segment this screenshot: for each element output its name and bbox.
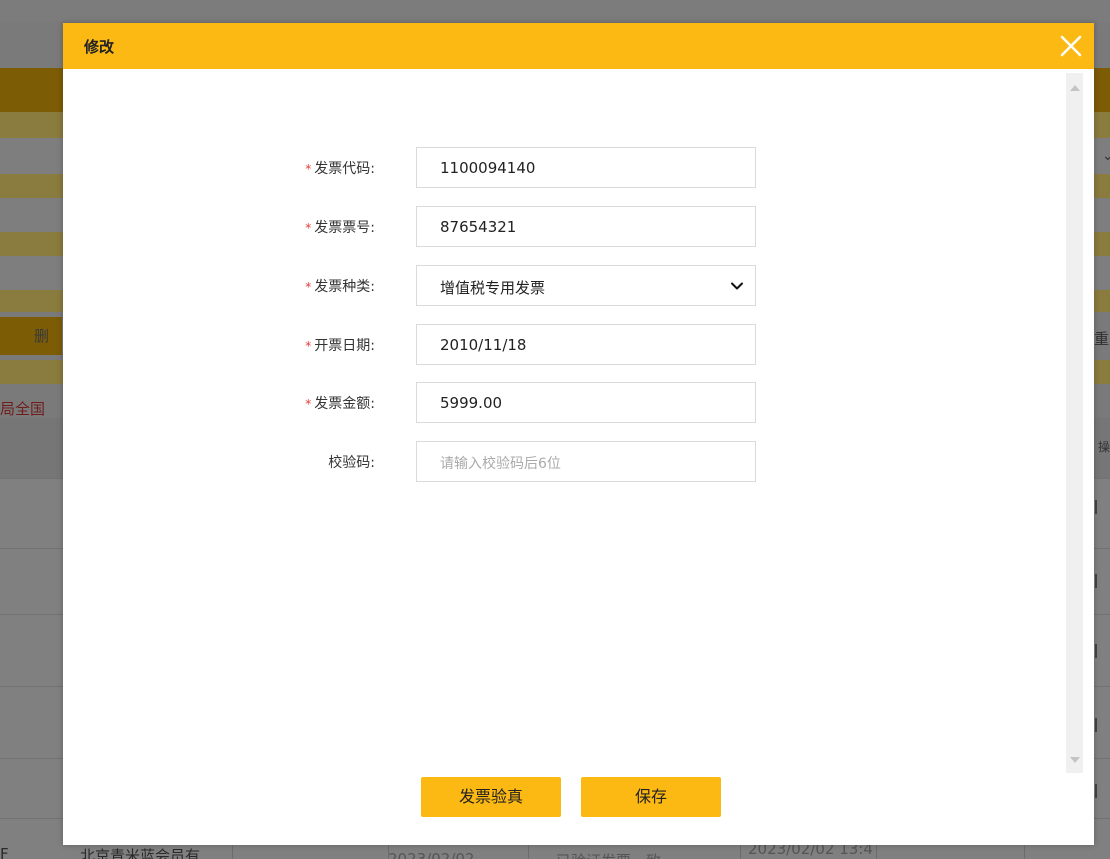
invoice-amount-value: 5999.00 <box>440 394 503 412</box>
required-marker: * <box>305 339 312 353</box>
invoice-date-value: 2010/11/18 <box>440 336 527 354</box>
invoice-type-row: * 发票种类: 增值税专用发票 <box>63 265 1063 306</box>
invoice-date-label-text: 开票日期: <box>314 338 375 354</box>
table-divider <box>1095 500 1097 514</box>
invoice-number-input[interactable]: 87654321 <box>416 206 756 247</box>
invoice-type-value: 增值税专用发票 <box>440 279 546 297</box>
verify-invoice-button[interactable]: 发票验真 <box>421 777 561 817</box>
required-marker: * <box>305 221 312 235</box>
required-marker: * <box>305 397 312 411</box>
table-divider <box>1095 718 1097 732</box>
invoice-amount-label-text: 发票金额: <box>314 396 375 412</box>
table-divider <box>1095 574 1097 588</box>
dialog-header: 修改 <box>63 23 1094 69</box>
invoice-number-label: * 发票票号: <box>305 217 375 237</box>
background-top-bar <box>0 0 1110 22</box>
close-icon[interactable] <box>1057 32 1085 60</box>
check-code-label: 校验码: <box>328 452 375 472</box>
table-cell: 已验证发票一致 <box>556 850 661 859</box>
required-marker: * <box>305 162 312 176</box>
invoice-code-input[interactable]: 1100094140 <box>416 147 756 188</box>
operation-column-header: 操作 <box>1098 440 1110 454</box>
table-cell: F <box>0 845 9 859</box>
check-code-row: 校验码: 请输入校验码后6位 <box>63 441 1063 482</box>
invoice-number-value: 87654321 <box>440 218 517 236</box>
invoice-code-value: 1100094140 <box>440 159 536 177</box>
invoice-number-label-text: 发票票号: <box>314 220 375 236</box>
invoice-date-input[interactable]: 2010/11/18 <box>416 324 756 365</box>
invoice-code-label: * 发票代码: <box>305 158 375 178</box>
save-button[interactable]: 保存 <box>581 777 721 817</box>
delete-button[interactable]: 删除 <box>0 317 62 355</box>
table-divider <box>1095 784 1097 798</box>
invoice-code-label-text: 发票代码: <box>314 161 375 177</box>
check-code-placeholder: 请输入校验码后6位 <box>440 456 561 472</box>
invoice-type-label: * 发票种类: <box>305 276 375 296</box>
check-code-label-text: 校验码: <box>328 455 375 471</box>
reset-button[interactable]: 重置 <box>1094 328 1110 349</box>
scroll-up-icon[interactable] <box>1070 85 1080 91</box>
invoice-type-select[interactable]: 增值税专用发票 <box>416 265 756 306</box>
invoice-amount-label: * 发票金额: <box>305 393 375 413</box>
dialog-title: 修改 <box>84 38 115 56</box>
required-marker: * <box>305 280 312 294</box>
check-code-input[interactable]: 请输入校验码后6位 <box>416 441 756 482</box>
invoice-amount-row: * 发票金额: 5999.00 <box>63 382 1063 423</box>
invoice-amount-input[interactable]: 5999.00 <box>416 382 756 423</box>
edit-invoice-dialog: 修改 * 发票代码: 1100094140 * 发票票号: 87654321 *… <box>63 23 1094 845</box>
invoice-number-row: * 发票票号: 87654321 <box>63 206 1063 247</box>
table-divider <box>1095 644 1097 658</box>
invoice-date-row: * 开票日期: 2010/11/18 <box>63 324 1063 365</box>
background-red-text: 局全国 <box>0 400 46 418</box>
scroll-down-icon[interactable] <box>1070 757 1080 763</box>
invoice-type-label-text: 发票种类: <box>314 279 375 295</box>
chevron-down-icon[interactable] <box>730 279 744 293</box>
table-cell: 2023/02/02 <box>388 850 475 859</box>
invoice-date-label: * 开票日期: <box>305 335 375 355</box>
page: 删除 局全国 重置 操作 ⌄ F 北京青米蓝会员有 2023/02/02 已验证… <box>0 0 1110 859</box>
invoice-code-row: * 发票代码: 1100094140 <box>63 147 1063 188</box>
chevron-down-icon[interactable]: ⌄ <box>1102 148 1110 164</box>
dialog-scrollbar[interactable] <box>1066 73 1083 773</box>
table-cell: 北京青米蓝会员有 <box>80 847 201 859</box>
